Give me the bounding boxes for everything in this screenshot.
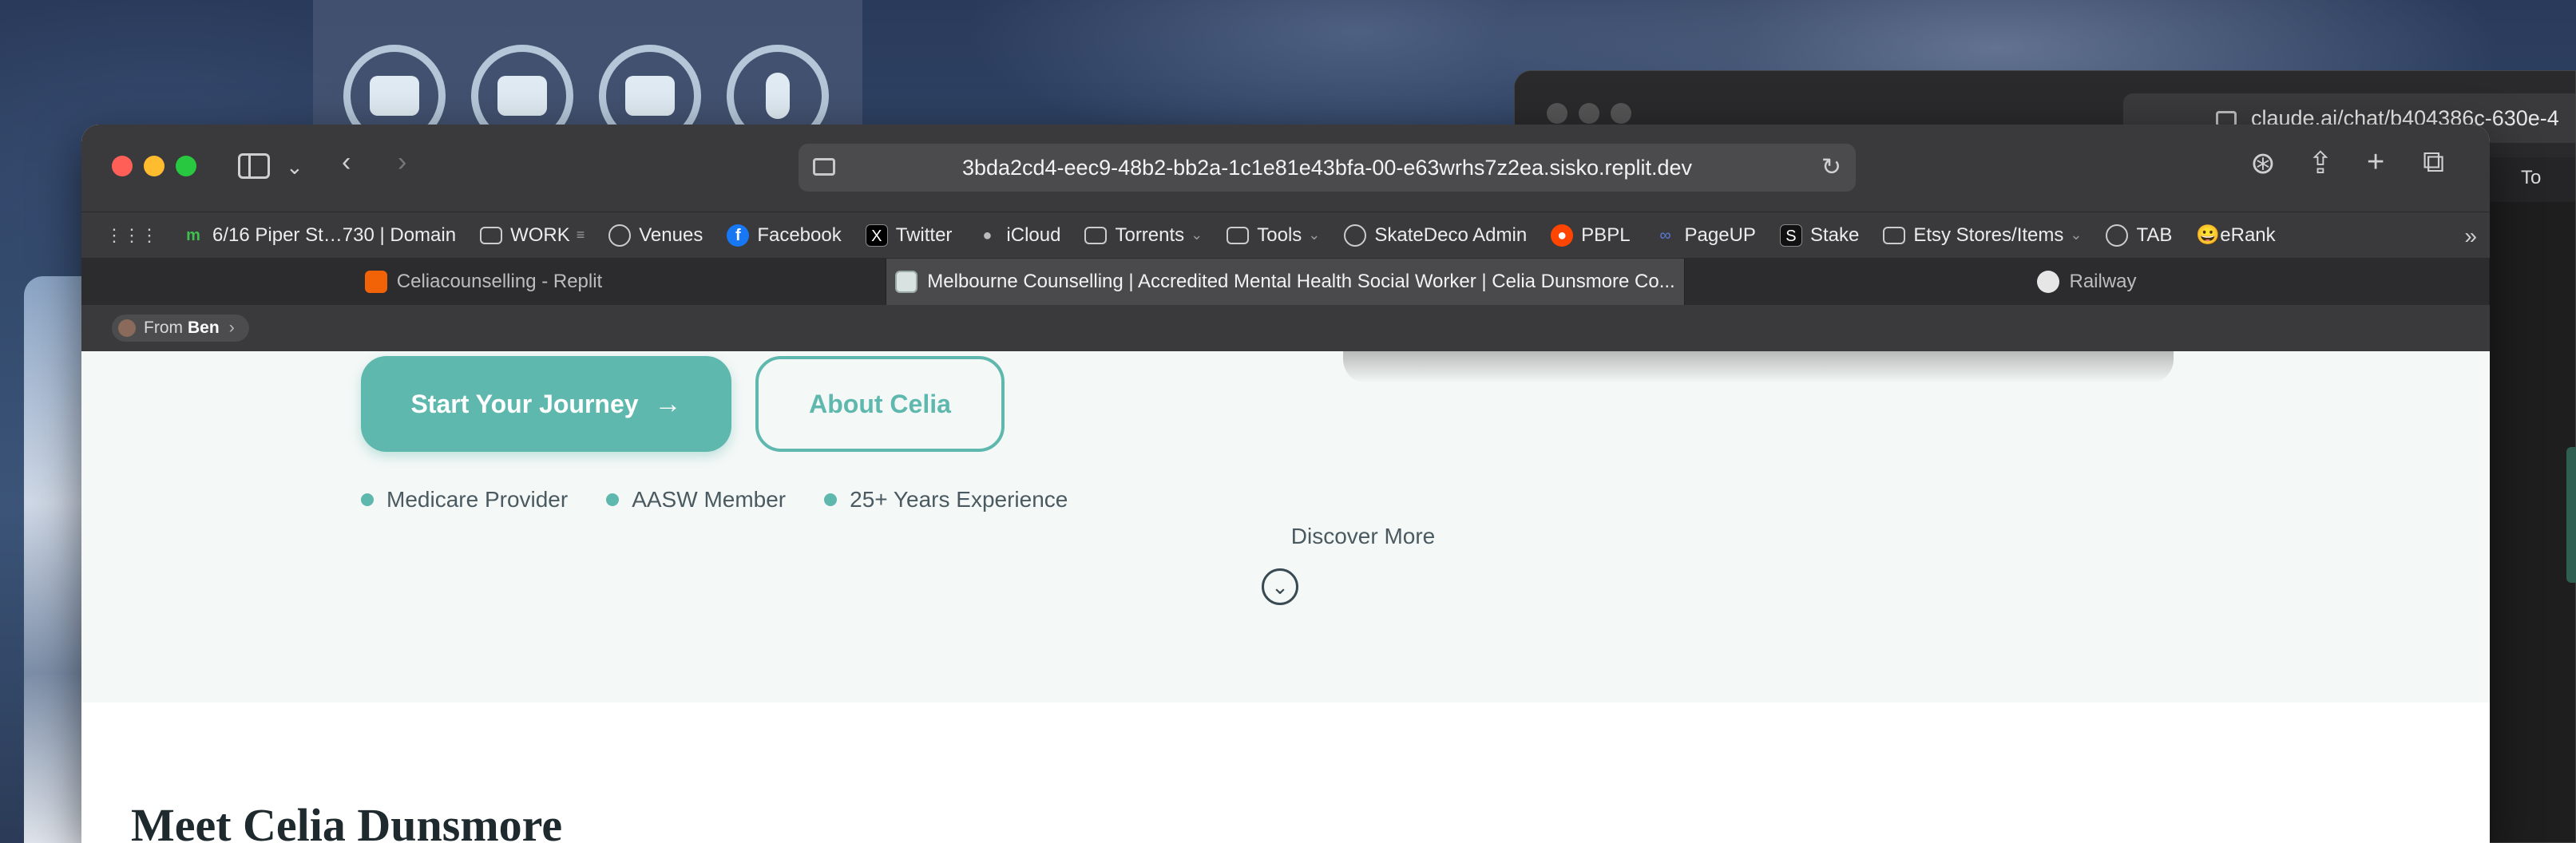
- bookmark-icloud[interactable]: ● iCloud: [976, 224, 1060, 247]
- bookmark-erank[interactable]: 😀eRank: [2196, 224, 2275, 247]
- safari-window: ⌄ ‹ › 3bda2cd4-eec9-48b2-bb2a-1c1e81e43b…: [81, 125, 2490, 843]
- bookmark-tools[interactable]: Tools ⌄: [1227, 224, 1320, 247]
- globe-icon: [2106, 224, 2129, 247]
- avatar: [118, 319, 136, 337]
- bookmark-twitter[interactable]: X Twitter: [865, 224, 952, 247]
- tab-railway[interactable]: Railway: [1685, 259, 2490, 305]
- zoom-window-button[interactable]: [176, 156, 196, 176]
- tab-bar: Celiacounselling - Replit Melbourne Coun…: [81, 259, 2490, 305]
- window-icon: [370, 76, 419, 116]
- start-journey-button[interactable]: Start Your Journey →: [361, 356, 731, 452]
- bookmark-venues[interactable]: Venues: [608, 224, 703, 247]
- arrow-right-icon: →: [654, 388, 682, 419]
- folder-icon: [480, 226, 503, 244]
- hero-image-shadow: [1343, 351, 2174, 383]
- dot-icon: [361, 493, 374, 506]
- web-page: Start Your Journey → About Celia Medicar…: [81, 351, 2490, 843]
- shared-with-you-bar: From Ben ›: [81, 305, 2490, 351]
- bookmark-tab[interactable]: TAB: [2106, 224, 2172, 247]
- background-bookmark[interactable]: To: [2521, 167, 2541, 189]
- reload-icon[interactable]: ↻: [1821, 153, 1841, 181]
- tab-overview-icon[interactable]: ⧉: [2423, 145, 2444, 180]
- tab-melbourne-counselling[interactable]: Melbourne Counselling | Accredited Menta…: [886, 259, 1685, 305]
- bg-minimize-dot[interactable]: [1579, 103, 1599, 124]
- tab-replit[interactable]: Celiacounselling - Replit: [81, 259, 886, 305]
- safari-toolbar: ⌄ ‹ › 3bda2cd4-eec9-48b2-bb2a-1c1e81e43b…: [81, 125, 2490, 212]
- stake-icon: S: [1779, 224, 1802, 247]
- badge-aasw: AASW Member: [606, 487, 786, 513]
- bg-zoom-dot[interactable]: [1611, 103, 1631, 124]
- back-icon[interactable]: ‹: [342, 148, 351, 176]
- more-bookmarks-icon[interactable]: »: [2464, 224, 2477, 249]
- bg-close-dot[interactable]: [1547, 103, 1567, 124]
- pageup-icon: ∞: [1659, 226, 1671, 244]
- chevron-down-icon: ⌄: [1191, 227, 1203, 243]
- share-icon[interactable]: ⇪: [2308, 145, 2333, 181]
- dot-icon: [824, 493, 838, 506]
- keyboard-icon: [497, 76, 547, 116]
- badge-experience: 25+ Years Experience: [824, 487, 1068, 513]
- bookmark-domain[interactable]: m 6/16 Piper St…730 | Domain: [182, 224, 456, 247]
- new-tab-icon[interactable]: +: [2367, 145, 2384, 180]
- bookmark-pbpl[interactable]: ● PBPL: [1551, 224, 1631, 247]
- section-title: Meet Celia Dunsmore: [131, 799, 563, 843]
- chevron-down-icon: ⌄: [2070, 227, 2083, 243]
- bookmark-facebook[interactable]: f Facebook: [727, 224, 842, 247]
- chevron-down-icon[interactable]: ⌄: [286, 156, 303, 177]
- forward-icon[interactable]: ›: [398, 148, 406, 176]
- chevron-down-icon: ⌄: [1308, 227, 1321, 243]
- credential-badges: Medicare Provider AASW Member 25+ Years …: [361, 487, 1068, 513]
- folder-icon: [1227, 226, 1250, 244]
- url-bar[interactable]: 3bda2cd4-eec9-48b2-bb2a-1c1e81e43bfa-00-…: [799, 144, 1856, 192]
- bookmark-work[interactable]: WORK ≡: [480, 224, 585, 247]
- chevron-right-icon: ›: [228, 319, 235, 337]
- apple-icon: ●: [982, 226, 993, 244]
- background-window-strip: [24, 276, 88, 843]
- sidebar-toggle-icon[interactable]: [238, 153, 270, 179]
- bookmark-etsy[interactable]: Etsy Stores/Items ⌄: [1883, 224, 2082, 247]
- bookmark-stake[interactable]: S Stake: [1779, 224, 1859, 247]
- replit-icon: [364, 271, 387, 293]
- bookmark-torrents[interactable]: Torrents ⌄: [1084, 224, 1203, 247]
- edge-tab: [2566, 447, 2576, 583]
- url-text: 3bda2cd4-eec9-48b2-bb2a-1c1e81e43bfa-00-…: [961, 155, 1693, 180]
- discover-more-label[interactable]: Discover More: [1183, 524, 1543, 549]
- about-celia-button[interactable]: About Celia: [755, 356, 1005, 452]
- folder-icon: [1883, 226, 1906, 244]
- chevron-down-circle-icon[interactable]: ⌄: [1262, 568, 1298, 605]
- hand-pointer-icon: [625, 76, 675, 116]
- globe-icon: [1344, 224, 1367, 247]
- from-ben-pill[interactable]: From Ben ›: [112, 315, 249, 342]
- globe-icon: [608, 224, 632, 247]
- twitter-x-icon: X: [865, 224, 888, 247]
- reddit-icon: ●: [1551, 224, 1574, 247]
- folder-icon: [1084, 226, 1108, 244]
- facebook-icon: f: [727, 224, 750, 247]
- downloads-icon[interactable]: ⊛: [2250, 145, 2276, 181]
- bookmarks-bar: ⋮⋮⋮ m 6/16 Piper St…730 | Domain WORK ≡ Ve…: [81, 212, 2490, 259]
- railway-icon: [2037, 271, 2060, 293]
- mouse-icon: [766, 73, 790, 119]
- bookmark-pageup[interactable]: ∞ PageUP: [1655, 224, 1756, 247]
- hero-section: Start Your Journey → About Celia Medicar…: [81, 351, 2490, 702]
- bookmark-skatedeco[interactable]: SkateDeco Admin: [1344, 224, 1527, 247]
- domain-icon: m: [186, 226, 200, 244]
- site-settings-icon: [813, 158, 835, 176]
- minimize-window-button[interactable]: [144, 156, 164, 176]
- badge-medicare: Medicare Provider: [361, 487, 568, 513]
- cdc-icon: [895, 271, 918, 293]
- dot-icon: [606, 493, 620, 506]
- apps-grid-icon[interactable]: ⋮⋮⋮: [105, 225, 158, 246]
- close-window-button[interactable]: [112, 156, 133, 176]
